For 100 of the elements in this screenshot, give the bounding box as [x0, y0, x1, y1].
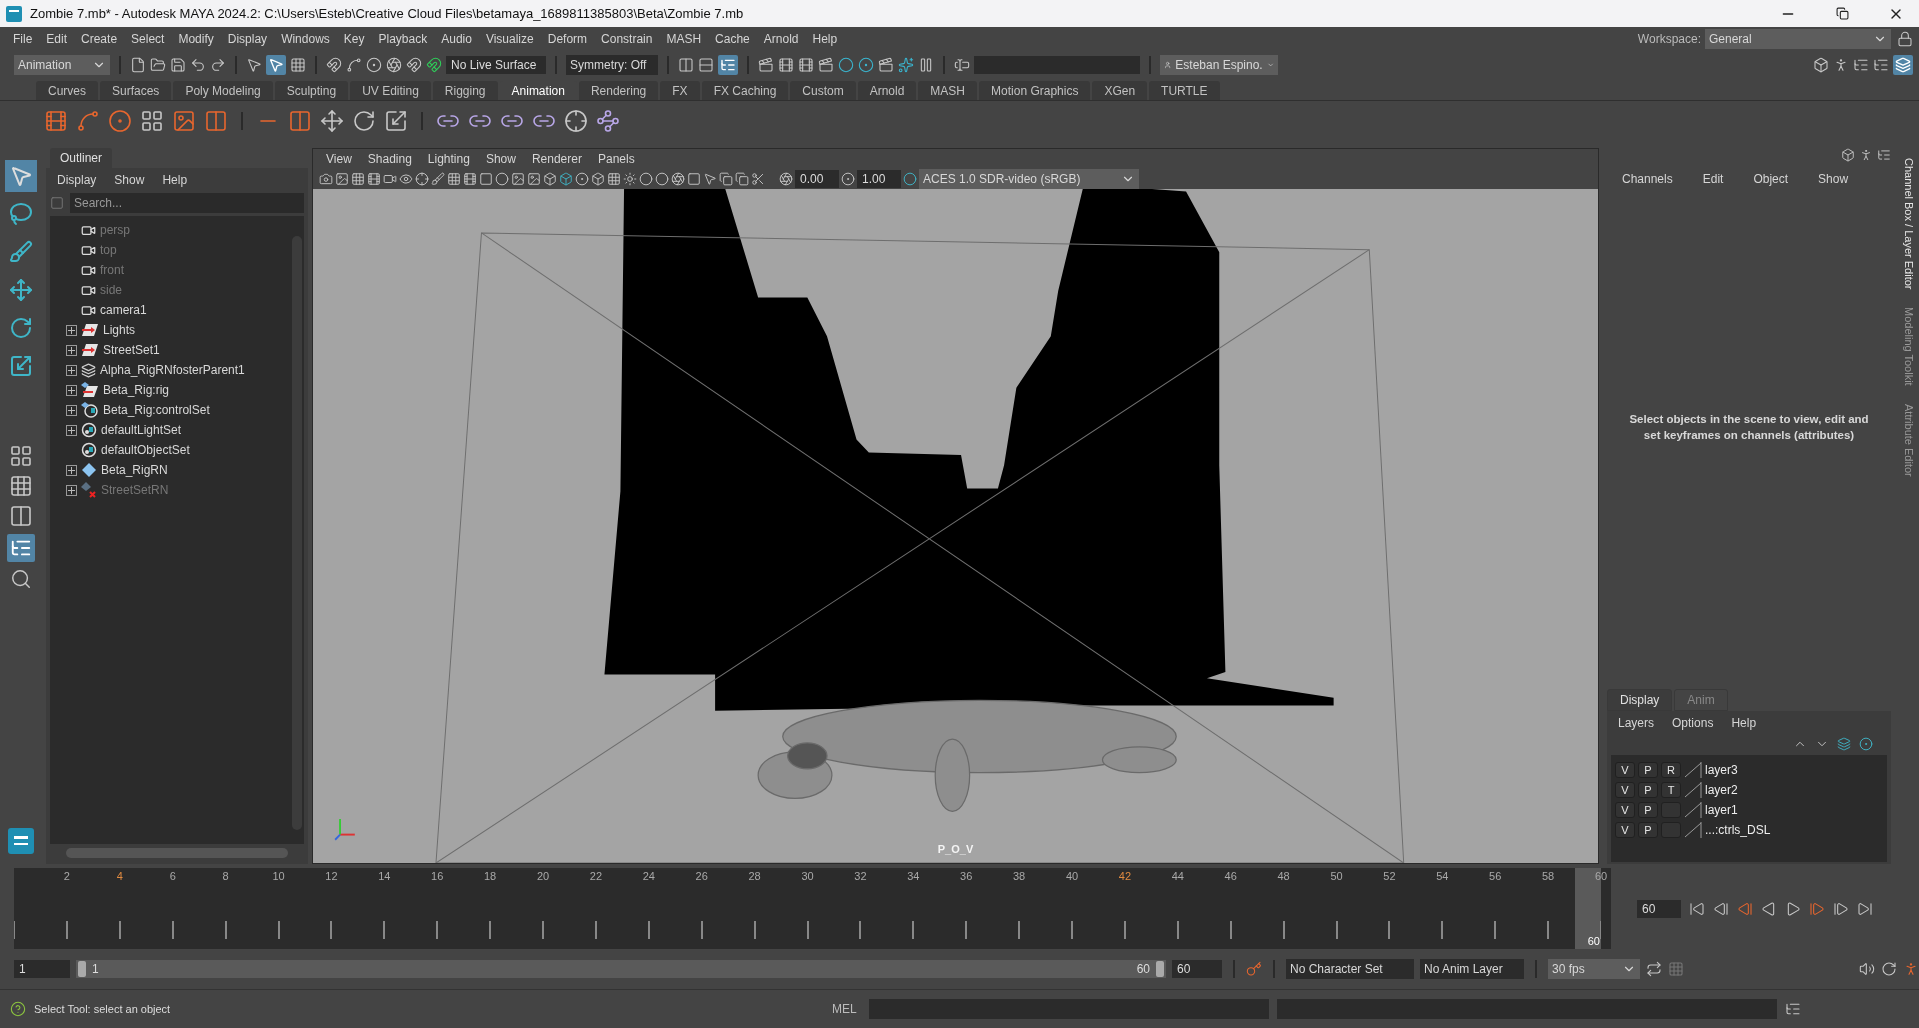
cube-icon[interactable] [559, 172, 573, 186]
grid-icon[interactable] [351, 172, 365, 186]
visibility-toggle[interactable]: V [1615, 801, 1635, 818]
dots-icon[interactable] [140, 109, 164, 133]
sound-icon[interactable] [1859, 961, 1875, 977]
select-hierarchy-icon[interactable] [246, 57, 262, 73]
save-icon[interactable] [170, 57, 186, 73]
go-to-start-icon[interactable] [1689, 900, 1705, 917]
playback-toggle[interactable]: P [1638, 781, 1658, 798]
menu-item[interactable]: Help [1724, 716, 1764, 730]
menu-set-dropdown[interactable]: Animation [14, 55, 110, 75]
image-icon[interactable] [335, 172, 349, 186]
shelf-tab[interactable]: Rigging [432, 81, 498, 100]
outliner-item[interactable]: defaultLightSet [50, 420, 290, 440]
character-set-dropdown[interactable]: No Character Set [1286, 959, 1414, 979]
square-icon[interactable] [479, 172, 493, 186]
time-slider[interactable]: 2 4 6 8 10 12 14 16 18 20 22 24 26 28 30 32 34 36 38 40 42 44 46 48 50 52 54 56 58 60 60 [14, 868, 1611, 949]
shelf-tab[interactable]: Surfaces [100, 81, 172, 100]
shelf-tab[interactable]: FX Caching [701, 81, 789, 100]
range-handle[interactable] [1156, 961, 1164, 977]
menu-item[interactable]: MASH [659, 32, 709, 46]
circle-icon[interactable] [495, 172, 509, 186]
pause-icon[interactable] [918, 57, 934, 73]
shelf-tab[interactable]: Rendering [578, 81, 659, 100]
panel-tab[interactable]: Display [1607, 689, 1673, 711]
circle-icon[interactable] [575, 172, 589, 186]
loop-icon[interactable] [1646, 961, 1662, 977]
circle-icon[interactable] [639, 172, 653, 186]
playback-toggle[interactable]: P [1638, 761, 1658, 778]
shelf-tab[interactable]: Poly Modeling [173, 81, 273, 100]
expand-icon[interactable] [66, 404, 77, 416]
menu-item[interactable]: Visualize [478, 32, 541, 46]
menu-item[interactable]: File [6, 32, 40, 46]
eye-icon[interactable] [399, 172, 413, 186]
aperture-icon[interactable] [671, 172, 685, 186]
menu-item[interactable]: Display [50, 173, 104, 187]
side-tab[interactable]: Channel Box / Layer Editor [1903, 158, 1915, 290]
command-field[interactable] [974, 56, 1140, 74]
visibility-toggle[interactable]: V [1615, 781, 1635, 798]
shelf-tab[interactable]: UV Editing [350, 81, 431, 100]
outliner-item[interactable]: Alpha_RigRNfosterParent1 [50, 360, 290, 380]
restore-icon[interactable] [1835, 7, 1849, 20]
outliner-item[interactable]: Beta_RigRN [50, 460, 290, 480]
play-forward-icon[interactable] [1785, 900, 1801, 917]
magnet-icon[interactable] [426, 57, 442, 73]
redo-icon[interactable] [210, 57, 226, 73]
expand-icon[interactable] [66, 324, 77, 336]
outliner-item[interactable]: Lights [50, 320, 290, 340]
menu-item[interactable]: View [319, 152, 359, 166]
layer-row[interactable]: V P R layer3 [1615, 761, 1883, 778]
shelf-tab[interactable]: MASH [918, 81, 978, 100]
grid-icon[interactable] [607, 172, 621, 186]
menu-item[interactable]: Renderer [524, 152, 589, 166]
film-icon[interactable] [367, 172, 381, 186]
display-mode-toggle[interactable]: R [1661, 761, 1681, 778]
command-input[interactable] [868, 998, 1269, 1019]
snap-point-icon[interactable] [366, 57, 382, 73]
side-tab[interactable]: Attribute Editor [1903, 404, 1915, 477]
menu-item[interactable]: Edit [1695, 172, 1731, 186]
previous-key-icon[interactable] [1737, 900, 1753, 917]
text-cursor-icon[interactable] [954, 57, 970, 73]
menu-item[interactable]: Help [155, 173, 195, 187]
human-figure-icon[interactable] [1833, 57, 1849, 73]
menu-item[interactable]: Help [805, 32, 845, 46]
menu-item[interactable]: Channels [1615, 172, 1680, 186]
outliner-item[interactable]: StreetSet1 [50, 340, 290, 360]
crosshair-icon[interactable] [415, 172, 429, 186]
snap-curve-icon[interactable] [346, 57, 362, 73]
next-key-icon[interactable] [1809, 900, 1825, 917]
fps-dropdown[interactable]: 30 fps [1548, 959, 1640, 979]
playback-toggle[interactable]: P [1638, 821, 1658, 838]
range-handle[interactable] [78, 961, 86, 977]
cube-icon[interactable] [543, 172, 557, 186]
visibility-toggle[interactable]: V [1615, 761, 1635, 778]
expand-icon[interactable] [66, 484, 77, 496]
shelf-tab[interactable]: XGen [1092, 81, 1148, 100]
search-field[interactable]: Search... [70, 193, 304, 213]
menu-item[interactable]: Display [220, 32, 275, 46]
display-mode-toggle[interactable]: T [1661, 781, 1681, 798]
light-icon[interactable] [623, 172, 637, 186]
outliner-item[interactable]: defaultObjectSet [50, 440, 290, 460]
menu-item[interactable]: Layers [1611, 716, 1662, 730]
human-figure-icon[interactable] [1903, 961, 1919, 977]
undo-icon[interactable] [190, 57, 206, 73]
menu-item[interactable]: Audio [434, 32, 479, 46]
play-backward-icon[interactable] [1761, 900, 1777, 917]
layer-row[interactable]: V P layer1 [1615, 801, 1883, 818]
menu-item[interactable]: Shading [360, 152, 419, 166]
shelf-tab[interactable]: Curves [36, 81, 98, 100]
menu-item[interactable]: Options [1665, 716, 1721, 730]
end-frame-field[interactable]: 60 [1172, 960, 1222, 978]
shelf-tab[interactable]: TURTLE [1149, 81, 1220, 100]
video-icon[interactable] [383, 172, 397, 186]
menu-item[interactable]: Modify [171, 32, 221, 46]
image-icon[interactable] [527, 172, 541, 186]
circle-icon[interactable] [655, 172, 669, 186]
help-icon[interactable] [10, 1000, 26, 1017]
expand-icon[interactable] [66, 344, 77, 356]
expand-icon[interactable] [66, 464, 77, 476]
list-icon[interactable] [1877, 148, 1891, 162]
